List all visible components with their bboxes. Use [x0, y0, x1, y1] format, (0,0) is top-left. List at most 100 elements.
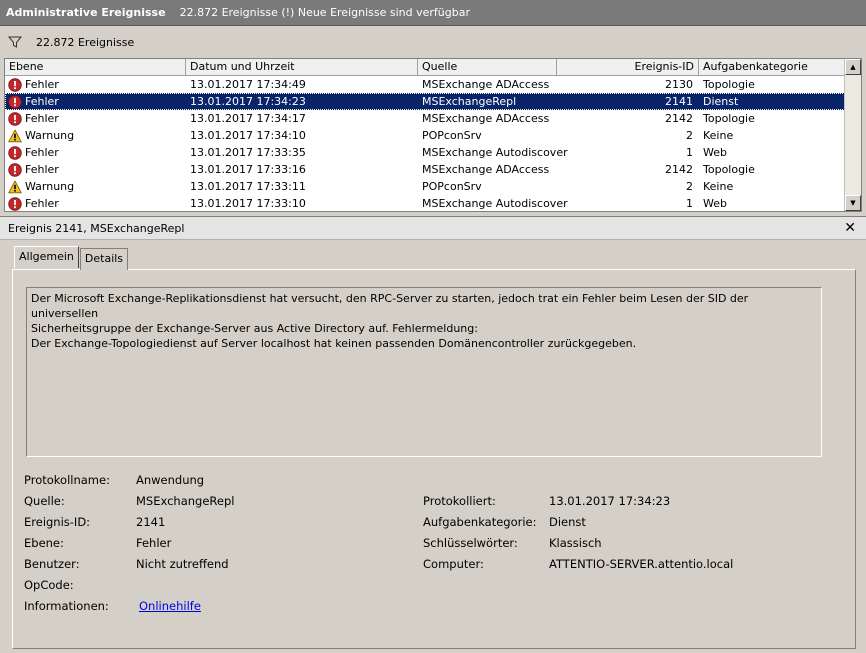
- cell-event-id: 2: [686, 129, 693, 142]
- tab-details[interactable]: Details: [79, 248, 129, 270]
- column-header-level[interactable]: Ebene: [5, 59, 186, 75]
- prop-aufgabenkategorie-label: Aufgabenkategorie:: [423, 515, 537, 529]
- cell-level: Warnung: [5, 128, 186, 143]
- cell-source: MSExchange Autodiscover: [422, 146, 568, 159]
- prop-aufgabenkategorie-value: Dienst: [549, 515, 586, 529]
- grid-header: Ebene Datum und Uhrzeit Quelle Ereignis-…: [5, 59, 847, 76]
- prop-ereignis-id-value: 2141: [136, 515, 166, 529]
- cell-source: MSExchangeRepl: [422, 95, 517, 108]
- cell-date: 13.01.2017 17:33:11: [190, 180, 306, 193]
- error-icon: [8, 162, 22, 177]
- cell-level-text: Warnung: [25, 129, 75, 142]
- prop-ereignis-id-label: Ereignis-ID:: [24, 515, 91, 529]
- filter-count: 22.872 Ereignisse: [36, 35, 135, 49]
- cell-event-id: 1: [686, 146, 693, 159]
- cell-level-text: Fehler: [25, 197, 59, 210]
- table-row[interactable]: Fehler 13.01.2017 17:34:17 MSExchange ADAc…: [5, 110, 847, 127]
- prop-computer-label: Computer:: [423, 557, 484, 571]
- cell-level: Fehler: [5, 111, 186, 126]
- cell-level-text: Warnung: [25, 180, 75, 193]
- view-title: Administrative Ereignisse: [6, 6, 166, 19]
- prop-schluesselwoerter-value: Klassisch: [549, 536, 602, 550]
- prop-quelle-value: MSExchangeRepl: [136, 494, 235, 508]
- cell-level: Warnung: [5, 179, 186, 194]
- prop-computer-value: ATTENTIO-SERVER.attentio.local: [549, 557, 734, 571]
- cell-category: Topologie: [703, 78, 755, 91]
- scroll-down-button[interactable]: ▼: [845, 195, 861, 211]
- prop-benutzer-value: Nicht zutreffend: [136, 557, 229, 571]
- cell-category: Keine: [703, 180, 734, 193]
- filter-bar: 22.872 Ereignisse: [0, 28, 866, 56]
- cell-level: Fehler: [5, 196, 186, 211]
- cell-date: 13.01.2017 17:34:17: [190, 112, 306, 125]
- cell-category: Web: [703, 146, 727, 159]
- prop-protokollname-label: Protokollname:: [24, 473, 110, 487]
- cell-level: Fehler: [5, 77, 186, 92]
- prop-protokollname-value: Anwendung: [136, 473, 205, 487]
- cell-event-id: 1: [686, 197, 693, 210]
- tab-allgemein[interactable]: Allgemein: [14, 246, 79, 268]
- prop-quelle-label: Quelle:: [24, 494, 65, 508]
- cell-level: Fehler: [5, 145, 186, 160]
- event-detail-header: Ereignis 2141, MSExchangeRepl ✕: [0, 216, 866, 240]
- event-description[interactable]: Der Microsoft Exchange-Replikationsdiens…: [26, 287, 822, 457]
- cell-level-text: Fehler: [25, 95, 59, 108]
- column-header-category[interactable]: Aufgabenkategorie: [699, 59, 847, 75]
- detail-tabs: Allgemein Details: [14, 246, 129, 270]
- column-header-event-id[interactable]: Ereignis-ID: [557, 59, 699, 75]
- cell-event-id: 2141: [665, 95, 693, 108]
- error-icon: [8, 94, 22, 109]
- prop-ebene-label: Ebene:: [24, 536, 64, 550]
- warning-icon: [8, 179, 22, 194]
- cell-category: Web: [703, 197, 727, 210]
- prop-ebene-value: Fehler: [136, 536, 172, 550]
- cell-source: POPconSrv: [422, 129, 482, 142]
- error-icon: [8, 77, 22, 92]
- view-status: 22.872 Ereignisse (!) Neue Ereignisse si…: [179, 6, 470, 19]
- prop-informationen-label: Informationen:: [24, 599, 109, 613]
- online-help-link[interactable]: Onlinehilfe: [139, 599, 201, 613]
- table-row[interactable]: Fehler 13.01.2017 17:33:16 MSExchange ADAc…: [5, 161, 847, 178]
- cell-category: Topologie: [703, 112, 755, 125]
- cell-date: 13.01.2017 17:33:10: [190, 197, 306, 210]
- cell-level-text: Fehler: [25, 78, 59, 91]
- close-icon[interactable]: ✕: [844, 220, 856, 236]
- cell-date: 13.01.2017 17:33:16: [190, 163, 306, 176]
- cell-source: MSExchange ADAccess: [422, 78, 550, 91]
- cell-event-id: 2142: [665, 163, 693, 176]
- cell-level-text: Fehler: [25, 146, 59, 159]
- event-detail-title: Ereignis 2141, MSExchangeRepl: [8, 221, 185, 235]
- error-icon: [8, 111, 22, 126]
- cell-level: Fehler: [5, 162, 186, 177]
- table-row[interactable]: Fehler 13.01.2017 17:34:49 MSExchange ADAc…: [5, 76, 847, 93]
- error-icon: [8, 145, 22, 160]
- table-row[interactable]: Warnung 13.01.2017 17:33:11 POPconSrv 2 Kein…: [5, 178, 847, 195]
- warning-icon: [8, 128, 22, 143]
- cell-source: MSExchange ADAccess: [422, 112, 550, 125]
- prop-opcode-label: OpCode:: [24, 578, 74, 592]
- cell-category: Topologie: [703, 163, 755, 176]
- table-row[interactable]: Warnung 13.01.2017 17:34:10 POPconSrv 2 Kein…: [5, 127, 847, 144]
- column-header-date[interactable]: Datum und Uhrzeit: [186, 59, 418, 75]
- cell-event-id: 2: [686, 180, 693, 193]
- table-row[interactable]: Fehler 13.01.2017 17:34:23 MSExchangeRepl 2…: [5, 93, 847, 110]
- column-header-source[interactable]: Quelle: [418, 59, 557, 75]
- cell-date: 13.01.2017 17:34:49: [190, 78, 306, 91]
- cell-source: MSExchange Autodiscover: [422, 197, 568, 210]
- cell-category: Keine: [703, 129, 734, 142]
- cell-source: MSExchange ADAccess: [422, 163, 550, 176]
- table-row[interactable]: Fehler 13.01.2017 17:33:35 MSExchange Auto…: [5, 144, 847, 161]
- event-grid[interactable]: Ebene Datum und Uhrzeit Quelle Ereignis-…: [4, 58, 862, 212]
- grid-vertical-scrollbar[interactable]: ▲ ▼: [844, 59, 861, 211]
- prop-protokolliert-label: Protokolliert:: [423, 494, 496, 508]
- cell-date: 13.01.2017 17:33:35: [190, 146, 306, 159]
- cell-event-id: 2142: [665, 112, 693, 125]
- cell-date: 13.01.2017 17:34:10: [190, 129, 306, 142]
- prop-schluesselwoerter-label: Schlüsselwörter:: [423, 536, 518, 550]
- filter-icon[interactable]: [8, 35, 22, 49]
- cell-category: Dienst: [703, 95, 739, 108]
- prop-benutzer-label: Benutzer:: [24, 557, 80, 571]
- table-row[interactable]: Fehler 13.01.2017 17:33:10 MSExchange Auto…: [5, 195, 847, 211]
- cell-level-text: Fehler: [25, 163, 59, 176]
- scroll-up-button[interactable]: ▲: [845, 59, 861, 75]
